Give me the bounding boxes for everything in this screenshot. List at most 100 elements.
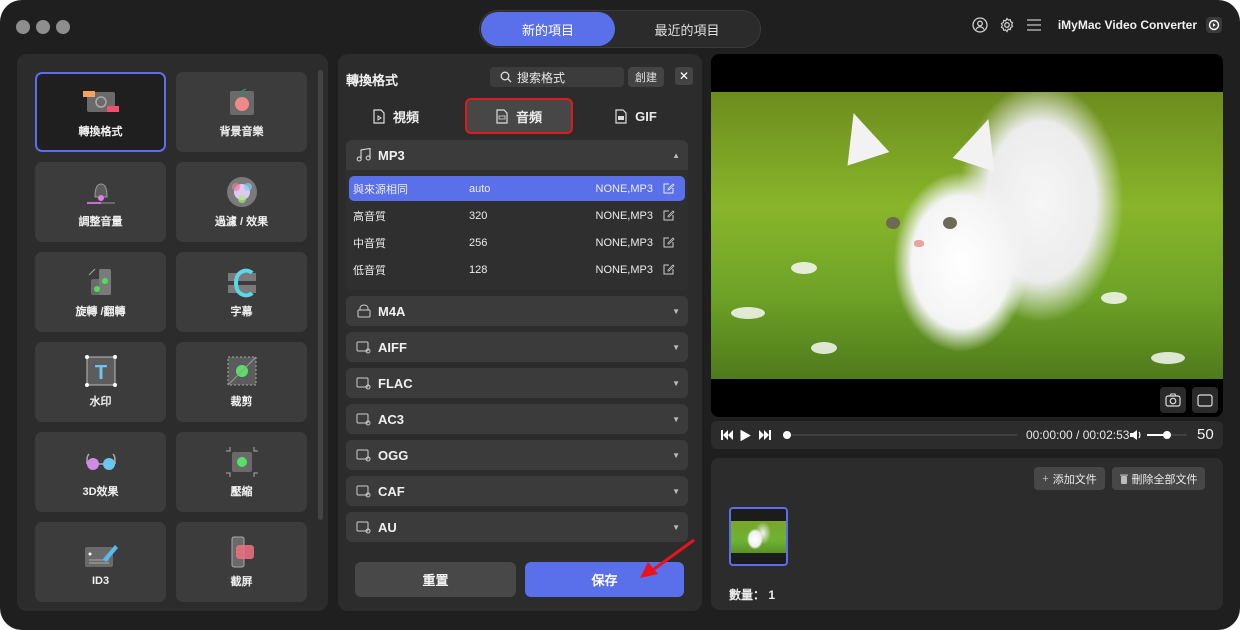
- minimize-window-button[interactable]: [36, 20, 50, 34]
- format-group-header[interactable]: FLAC ▼: [346, 368, 688, 398]
- camera-icon: [1165, 393, 1181, 407]
- format-group-caf[interactable]: CAF ▼: [346, 476, 688, 506]
- delete-all-files-button[interactable]: 刪除全部文件: [1112, 467, 1205, 490]
- format-group-m4a[interactable]: M4A ▼: [346, 296, 688, 326]
- audio-format-icon: [356, 376, 372, 390]
- tool-screenshot[interactable]: 截屏: [176, 522, 307, 602]
- tab-recent-projects[interactable]: 最近的項目: [620, 12, 754, 46]
- tool-volume[interactable]: 調整音量: [35, 162, 166, 242]
- seek-bar[interactable]: [787, 434, 1017, 436]
- tool-watermark[interactable]: T 水印: [35, 342, 166, 422]
- app-window: 新的項目 最近的項目 iMyMac Video Converter 轉換格式 背…: [0, 0, 1240, 630]
- tool-background-music[interactable]: 背景音樂: [176, 72, 307, 152]
- add-file-button[interactable]: + 添加文件: [1034, 467, 1105, 490]
- format-group-name: OGG: [378, 447, 409, 463]
- edit-icon[interactable]: [663, 182, 675, 194]
- tool-id3[interactable]: ID3: [35, 522, 166, 602]
- skip-back-button[interactable]: [721, 429, 733, 441]
- preset-bitrate: 256: [469, 236, 488, 249]
- tool-subtitle[interactable]: 字幕: [176, 252, 307, 332]
- preset-quality: 與來源相同: [353, 183, 408, 196]
- user-icon[interactable]: [971, 16, 989, 34]
- format-search-input[interactable]: 搜索格式: [490, 67, 624, 87]
- tab-video[interactable]: 視頻: [346, 98, 446, 134]
- video-preview[interactable]: [711, 54, 1223, 417]
- tab-new-project[interactable]: 新的項目: [481, 12, 615, 46]
- tab-audio[interactable]: 音頻: [465, 98, 573, 134]
- playback-controls: 00:00:00 / 00:02:53 50: [711, 421, 1223, 449]
- edit-icon[interactable]: [663, 236, 675, 248]
- gear-icon[interactable]: [998, 16, 1016, 34]
- volume-slider-thumb[interactable]: [1163, 431, 1171, 439]
- mp3-presets: 與來源相同 auto NONE,MP3 高音質 320 NONE,MP3 中音質…: [346, 170, 688, 290]
- tool-3d-effect[interactable]: 3D效果: [35, 432, 166, 512]
- chevron-down-icon: ▼: [672, 522, 680, 532]
- file-count-label: 數量：: [729, 588, 766, 602]
- preset-bitrate: 320: [469, 209, 488, 222]
- volume-adjust-icon: [81, 175, 121, 209]
- file-thumbnail[interactable]: [729, 507, 788, 566]
- format-group-header[interactable]: CAF ▼: [346, 476, 688, 506]
- create-format-button[interactable]: 創建: [628, 67, 664, 87]
- preset-row[interactable]: 中音質 256 NONE,MP3: [349, 230, 685, 255]
- preset-row[interactable]: 高音質 320 NONE,MP3: [349, 203, 685, 228]
- edit-icon[interactable]: [663, 209, 675, 221]
- tool-label: 裁剪: [230, 396, 253, 408]
- chevron-down-icon: ▼: [672, 486, 680, 496]
- format-group-header[interactable]: AIFF ▼: [346, 332, 688, 362]
- id3-edit-icon: [81, 537, 121, 571]
- tool-label: 壓縮: [230, 486, 253, 498]
- fullscreen-icon: [1197, 393, 1213, 407]
- tool-label: 水印: [89, 396, 112, 408]
- m4a-format-icon: [356, 304, 372, 318]
- format-group-header[interactable]: AC3 ▼: [346, 404, 688, 434]
- format-group-ogg[interactable]: OGG ▼: [346, 440, 688, 470]
- format-group-ac3[interactable]: AC3 ▼: [346, 404, 688, 434]
- format-list: MP3 ▲ 與來源相同 auto NONE,MP3 高音質 320 NONE,M…: [346, 140, 688, 548]
- add-file-label: 添加文件: [1052, 473, 1097, 486]
- seek-thumb[interactable]: [783, 431, 791, 439]
- tool-crop[interactable]: 裁剪: [176, 342, 307, 422]
- maximize-window-button[interactable]: [56, 20, 70, 34]
- snapshot-button[interactable]: [1160, 387, 1186, 413]
- format-group-name: AC3: [378, 411, 405, 427]
- reset-button[interactable]: 重置: [355, 562, 516, 597]
- format-group-aiff[interactable]: AIFF ▼: [346, 332, 688, 362]
- tool-convert-format[interactable]: 轉換格式: [35, 72, 166, 152]
- skip-forward-button[interactable]: [759, 429, 771, 441]
- tab-gif[interactable]: GIF: [586, 98, 686, 134]
- plus-icon: +: [1042, 472, 1049, 485]
- rotate-flip-icon: [81, 265, 121, 299]
- close-window-button[interactable]: [16, 20, 30, 34]
- format-group-header[interactable]: OGG ▼: [346, 440, 688, 470]
- tool-rotate-flip[interactable]: 旋轉 /翻轉: [35, 252, 166, 332]
- preset-row[interactable]: 低音質 128 NONE,MP3: [349, 257, 685, 282]
- format-group-name: CAF: [378, 483, 405, 499]
- tool-grid: 轉換格式 背景音樂 調整音量 過濾 / 效果 旋轉 /翻轉 字幕 T 水印 裁剪…: [35, 72, 307, 602]
- skip-forward-icon: [759, 430, 771, 440]
- play-button[interactable]: [740, 429, 751, 441]
- chevron-up-icon: ▲: [672, 150, 680, 160]
- tool-filter-effect[interactable]: 過濾 / 效果: [176, 162, 307, 242]
- tool-compress[interactable]: 壓縮: [176, 432, 307, 512]
- tools-scrollbar[interactable]: [318, 70, 323, 520]
- search-icon: [500, 71, 512, 83]
- format-group-header[interactable]: MP3 ▲: [346, 140, 688, 170]
- format-group-header[interactable]: M4A ▼: [346, 296, 688, 326]
- format-panel: 轉換格式 搜索格式 創建 ✕ 視頻 音頻 GIF MP3 ▲ 與來源相同 aut…: [338, 54, 702, 611]
- tool-label: 轉換格式: [78, 126, 123, 138]
- format-group-flac[interactable]: FLAC ▼: [346, 368, 688, 398]
- close-panel-button[interactable]: ✕: [675, 67, 693, 85]
- audio-format-icon: [356, 340, 372, 354]
- time-display: 00:00:00 / 00:02:53: [1026, 428, 1130, 442]
- video-file-icon: [373, 108, 385, 124]
- preset-bitrate: 128: [469, 263, 488, 276]
- format-group-name: M4A: [378, 303, 406, 319]
- audio-format-icon: [356, 520, 372, 534]
- menu-icon[interactable]: [1025, 16, 1043, 34]
- volume-icon[interactable]: [1129, 428, 1143, 442]
- fullscreen-button[interactable]: [1192, 387, 1218, 413]
- preset-row[interactable]: 與來源相同 auto NONE,MP3: [349, 176, 685, 201]
- format-group-name: AU: [378, 519, 397, 535]
- edit-icon[interactable]: [663, 263, 675, 275]
